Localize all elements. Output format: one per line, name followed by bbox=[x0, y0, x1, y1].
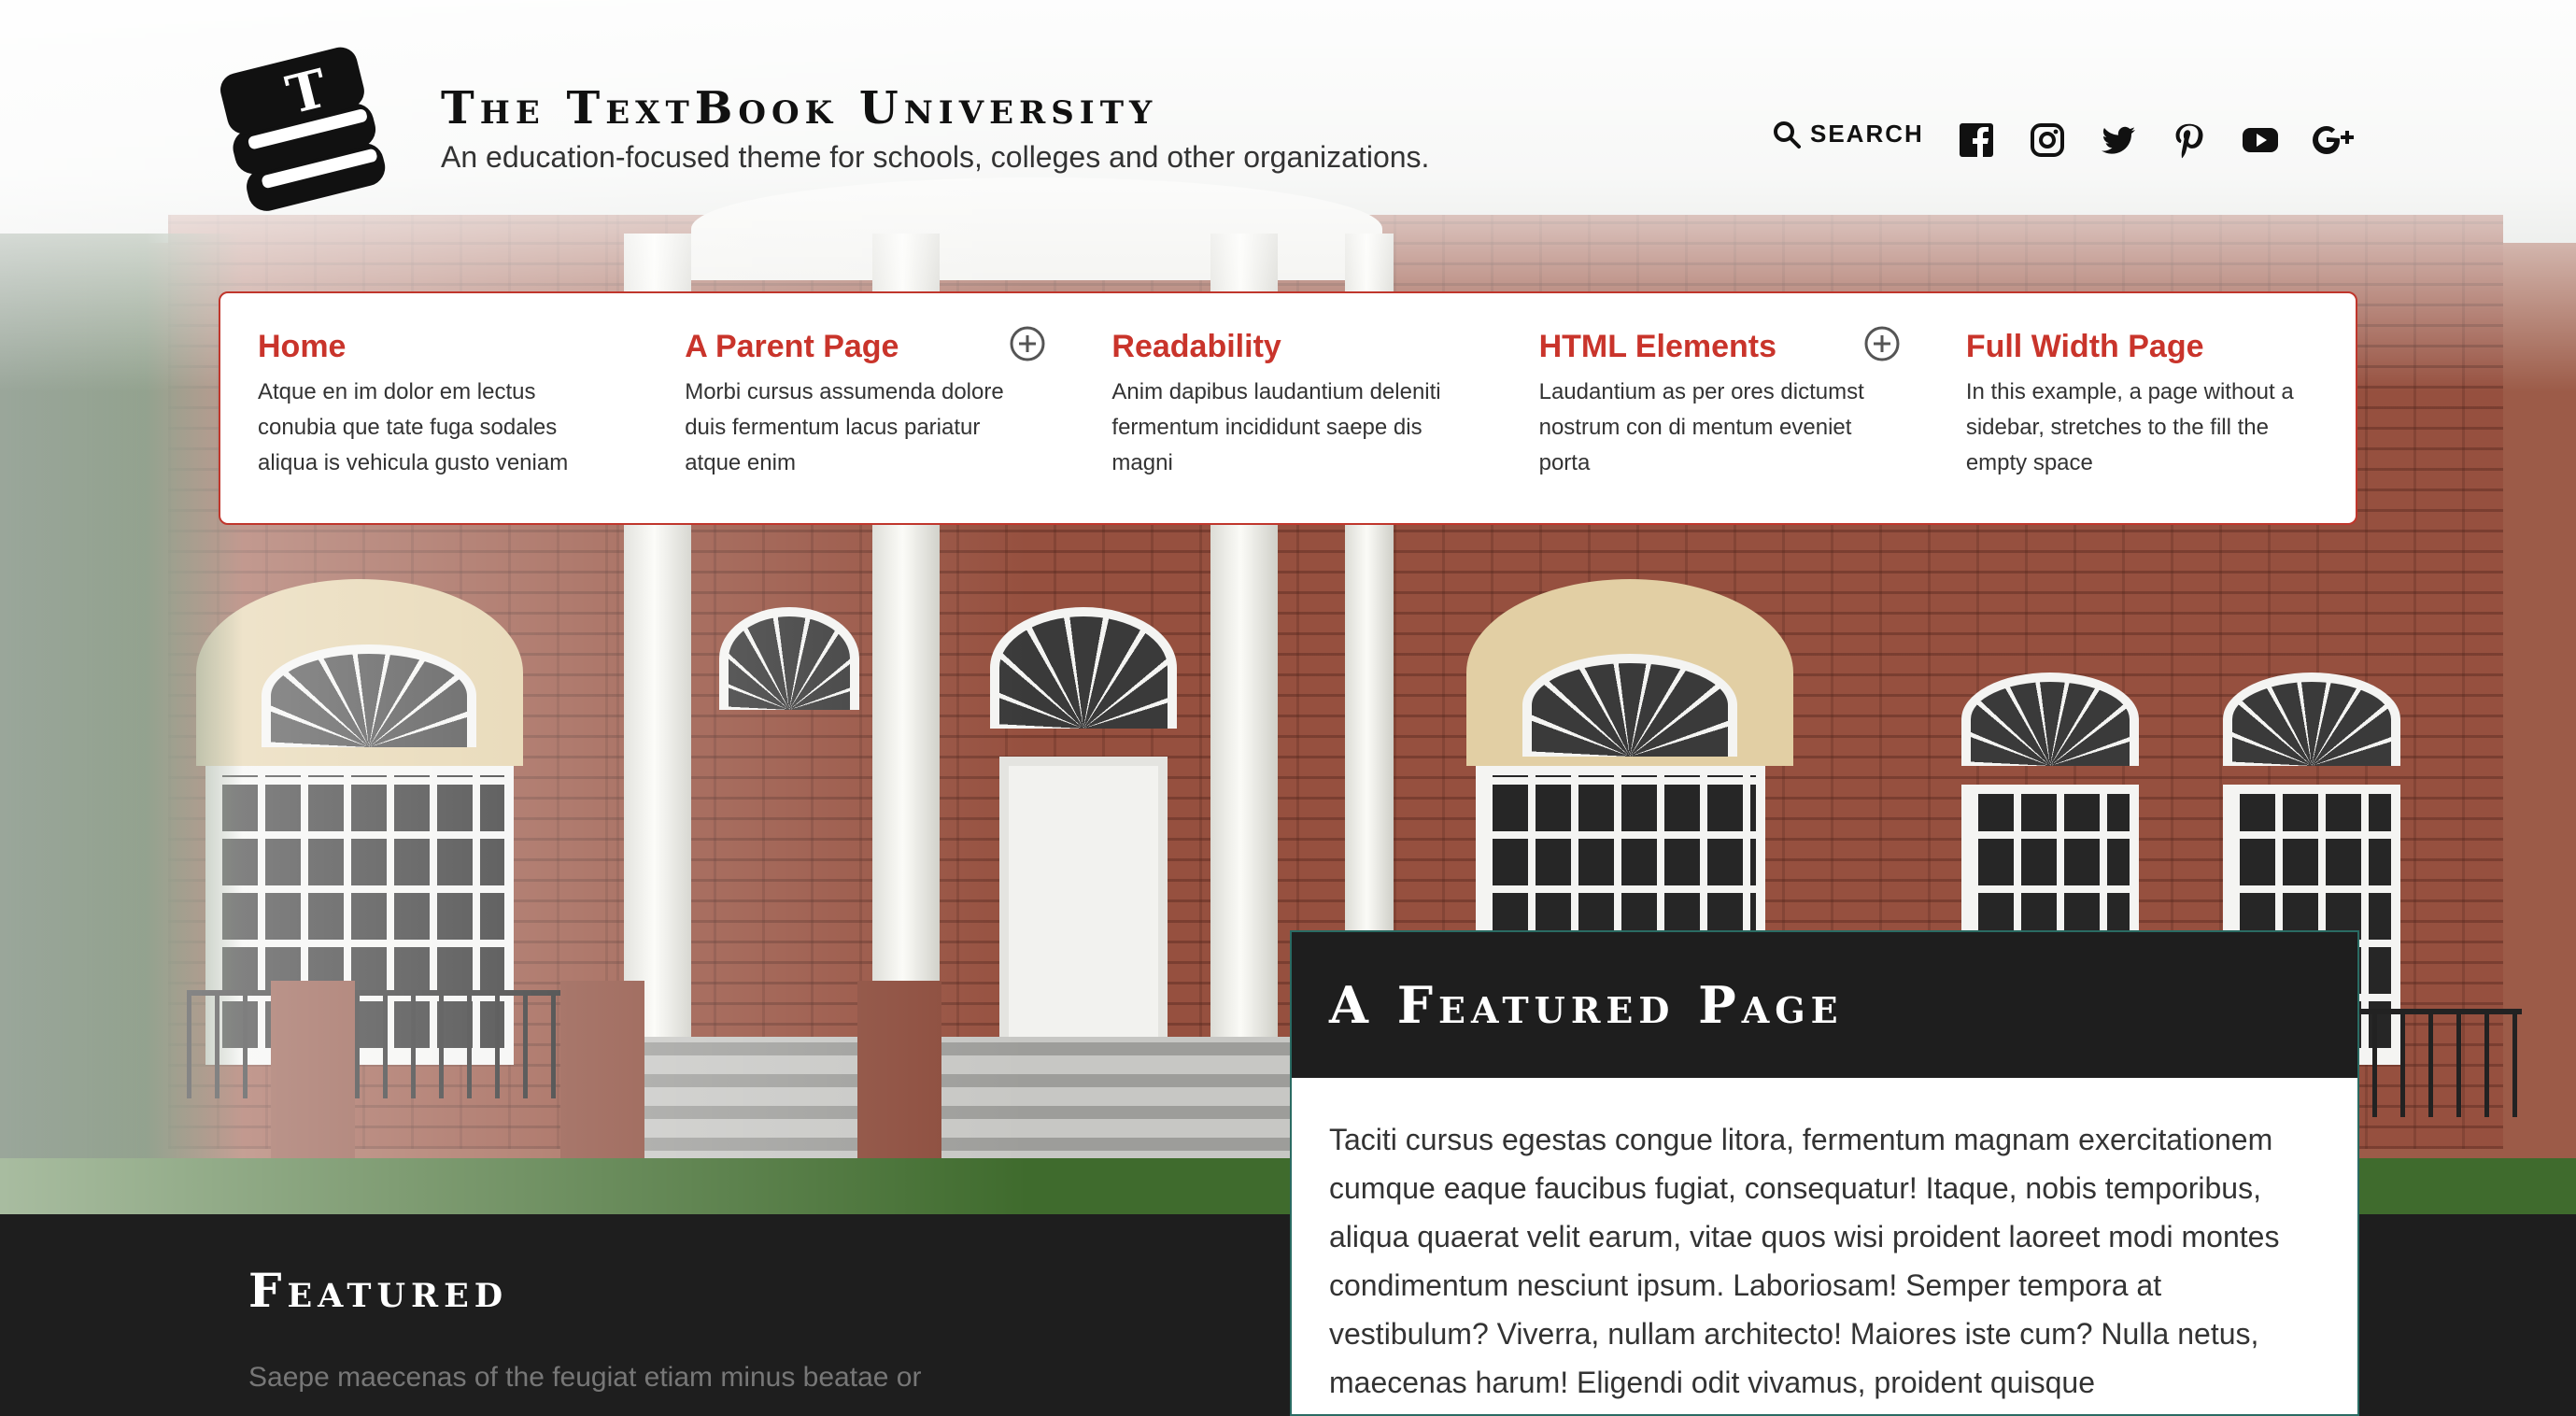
search-icon bbox=[1774, 120, 1801, 149]
featured-heading: Featured bbox=[248, 1263, 509, 1318]
nav-item-a-parent-page[interactable]: A Parent Page Morbi cursus assumenda dol… bbox=[647, 293, 1074, 523]
nav-item-description: Atque en im dolor em lectus conubia que … bbox=[258, 379, 569, 475]
search-label: SEARCH bbox=[1810, 120, 1924, 148]
featured-page-body: Taciti cursus egestas congue litora, fer… bbox=[1329, 1123, 2280, 1399]
window-fanlight bbox=[2223, 673, 2400, 766]
instagram-icon[interactable] bbox=[2029, 121, 2066, 159]
featured-page-card: A Featured Page Taciti cursus egestas co… bbox=[1290, 930, 2359, 1416]
expand-submenu-icon[interactable] bbox=[1863, 325, 1901, 362]
main-nav: Home Atque en im dolor em lectus conubia… bbox=[219, 291, 2357, 525]
pinterest-icon[interactable] bbox=[2171, 121, 2208, 159]
nav-item-label[interactable]: Home bbox=[258, 329, 614, 365]
nav-item-label[interactable]: A Parent Page bbox=[685, 329, 1040, 365]
window-fanlight bbox=[1961, 673, 2139, 766]
nav-item-description: Morbi cursus assumenda dolore duis ferme… bbox=[685, 379, 1004, 475]
window-fanlight bbox=[1522, 654, 1737, 757]
search-button[interactable]: SEARCH bbox=[1773, 120, 1924, 149]
nav-item-label[interactable]: HTML Elements bbox=[1539, 329, 1895, 365]
nav-item-home[interactable]: Home Atque en im dolor em lectus conubia… bbox=[220, 293, 647, 523]
youtube-icon[interactable] bbox=[2242, 121, 2279, 159]
nav-item-readability[interactable]: Readability Anim dapibus laudantium dele… bbox=[1074, 293, 1501, 523]
featured-page-header: A Featured Page bbox=[1292, 932, 2357, 1078]
nav-item-description: Laudantium as per ores dictumst nostrum … bbox=[1538, 379, 1864, 475]
google-plus-icon[interactable] bbox=[2313, 121, 2354, 159]
site-tagline: An education-focused theme for schools, … bbox=[441, 140, 1430, 174]
expand-submenu-icon[interactable] bbox=[1009, 325, 1046, 362]
featured-page-title[interactable]: A Featured Page bbox=[1329, 975, 1844, 1035]
nav-item-html-elements[interactable]: HTML Elements Laudantium as per ores dic… bbox=[1502, 293, 1929, 523]
nav-item-description: Anim dapibus laudantium deleniti ferment… bbox=[1111, 379, 1441, 475]
books-logo-icon: T bbox=[220, 47, 386, 211]
site-logo[interactable]: T bbox=[217, 37, 394, 229]
twitter-icon[interactable] bbox=[2100, 121, 2137, 159]
nav-item-description: In this example, a page without a sideba… bbox=[1965, 379, 2294, 475]
featured-excerpt: Saepe maecenas of the feugiat etiam minu… bbox=[248, 1362, 922, 1393]
social-links bbox=[1958, 121, 2354, 159]
site-title[interactable]: The TextBook University bbox=[441, 82, 1157, 135]
nav-item-label[interactable]: Readability bbox=[1111, 329, 1467, 365]
nav-item-full-width-page[interactable]: Full Width Page In this example, a page … bbox=[1929, 293, 2356, 523]
facebook-icon[interactable] bbox=[1958, 121, 1995, 159]
nav-item-label[interactable]: Full Width Page bbox=[1966, 329, 2322, 365]
